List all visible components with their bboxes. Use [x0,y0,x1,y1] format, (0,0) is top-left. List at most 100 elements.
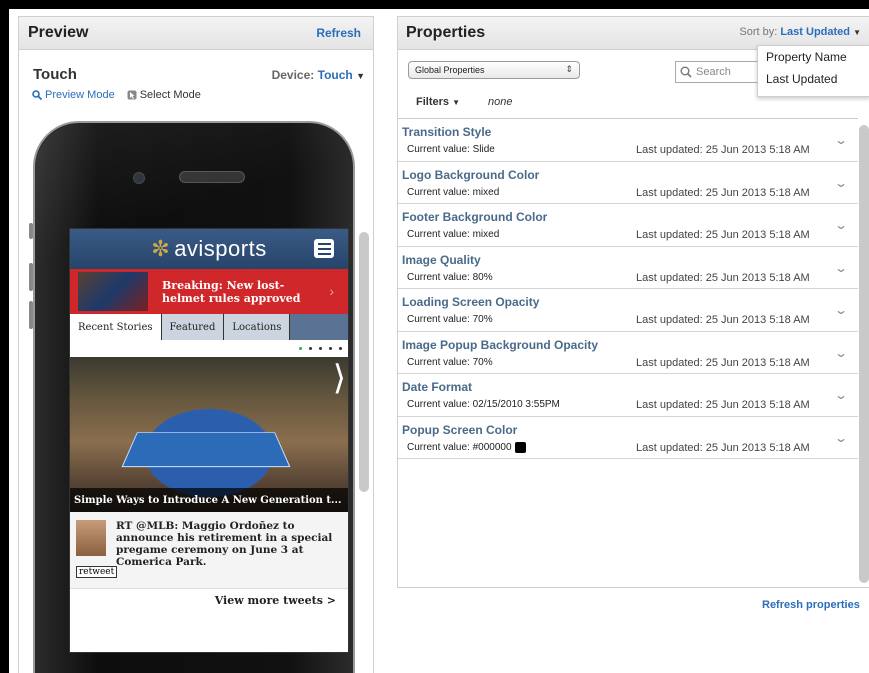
chevron-down-icon[interactable]: ⌄ [834,218,848,232]
chevron-down-icon[interactable]: ⌄ [834,303,848,317]
select-mode-button[interactable]: Select Mode [127,89,201,101]
preview-title: Preview [28,24,89,41]
carousel-dot[interactable] [339,347,342,350]
property-last-updated: Last updated: 25 Jun 2013 5:18 AM [636,399,810,411]
scope-select[interactable]: Global Properties ⇕ [408,61,580,79]
filters-dropdown[interactable]: Filters ▼ [416,96,460,108]
property-name: Popup Screen Color [402,422,518,437]
preview-mode-button[interactable]: Preview Mode [32,89,115,101]
refresh-button[interactable]: Refresh [316,26,361,40]
view-more-tweets-link[interactable]: View more tweets > [70,589,348,611]
sort-dropdown[interactable]: Sort by: Last Updated ▼ [739,26,861,38]
menu-icon[interactable] [314,239,334,258]
device-value: Touch [317,67,353,82]
refresh-properties-link[interactable]: Refresh properties [762,599,860,611]
hero-image[interactable]: ⟩ Simple Ways to Introduce A New Generat… [70,357,348,512]
property-last-updated: Last updated: 25 Jun 2013 5:18 AM [636,314,810,326]
device-label: Device: [271,67,315,82]
chevron-down-icon[interactable]: ⌄ [834,388,848,402]
tab-recent-stories[interactable]: Recent Stories [70,314,162,340]
property-value: Current value: mixed [407,229,499,240]
properties-title: Properties [406,24,486,41]
avatar [76,520,106,556]
carousel-dot[interactable] [299,347,302,350]
sort-menu: Property Name Last Updated [757,45,869,97]
device-selector[interactable]: Device: Touch ▼ [272,68,365,82]
property-name: Loading Screen Opacity [402,295,540,309]
select-mode-label: Select Mode [139,89,201,101]
property-name: Transition Style [402,125,492,139]
property-last-updated: Last updated: 25 Jun 2013 5:18 AM [636,356,810,369]
filters-label: Filters [416,96,450,108]
property-name: Logo Background Color [402,167,540,182]
property-row[interactable]: Image Popup Background Opacity Current va… [398,332,858,374]
chevron-down-icon[interactable]: ⌄ [834,176,848,190]
scope-select-value: Global Properties [415,65,485,75]
device-title: Touch [33,66,77,83]
properties-panel: Properties Sort by: Last Updated ▼ Globa… [397,16,869,588]
preview-panel: Preview Refresh Touch Device: Touch ▼ Pr… [18,16,374,673]
property-name: Image Quality [402,252,481,267]
breaking-news-banner[interactable]: Breaking: New lost-helmet rules approved… [70,269,348,314]
property-value: Current value: 70% [407,357,493,368]
chevron-down-icon[interactable]: ⌄ [834,431,848,445]
breaking-news-image [78,272,148,311]
property-row[interactable]: Loading Screen Opacity Current value: 70%… [398,289,858,332]
property-value-text: Current value: 70% [407,314,493,325]
logo-icon: ✼ [151,236,171,261]
carousel-dots [70,340,348,357]
property-row[interactable]: Image Quality Current value: 80% Last upda… [398,247,858,289]
select-arrows-icon: ⇕ [565,64,573,74]
site-tabs: Recent Stories Featured Locations [70,314,348,340]
carousel-dot[interactable] [319,347,322,350]
filters-value: none [488,96,513,108]
sort-option-last-updated[interactable]: Last Updated [758,68,869,90]
property-last-updated: Last updated: 25 Jun 2013 5:18 AM [636,144,810,156]
phone-screen: ✼ avisports Breaking: New lost-helmet rul… [69,228,349,653]
carousel-dot[interactable] [329,347,332,350]
chevron-right-icon: › [329,283,334,299]
chevron-right-icon[interactable]: ⟩ [333,361,346,395]
property-row[interactable]: Transition Style Current value: Slide Last… [398,119,858,162]
property-name: Image Popup Background Opacity [402,337,599,352]
property-row[interactable]: Date Format Current value: 02/15/2010 3:5… [398,374,858,417]
hero-caption: Simple Ways to Introduce A New Generatio… [70,488,348,512]
tab-locations[interactable]: Locations [224,314,291,340]
color-swatch [514,441,526,453]
preview-mode-label: Preview Mode [45,89,115,101]
property-row[interactable]: Popup Screen Color Current value: #000000… [398,417,858,459]
site-logo[interactable]: ✼ avisports [151,236,266,262]
properties-scrollbar[interactable] [859,125,869,583]
tab-featured[interactable]: Featured [161,314,225,340]
device-row: Touch Device: Touch ▼ [19,66,373,83]
tweet-card: retweet RT @MLB: Maggio Ordoñez to annou… [70,512,348,589]
property-value-text: Current value: 80% [407,271,493,283]
retweet-button[interactable]: retweet [76,566,118,578]
search-placeholder: Search [696,66,731,78]
chevron-down-icon[interactable]: ⌄ [834,133,848,147]
chevron-down-icon[interactable]: ⌄ [834,346,848,360]
phone-camera [133,172,145,184]
cursor-icon [127,90,137,100]
tweet-text: RT @MLB: Maggio Ordoñez to announce his … [116,520,333,568]
property-value: Current value: 80% [407,272,493,283]
property-last-updated: Last updated: 25 Jun 2013 5:18 AM [636,441,810,454]
property-value: Current value: mixed [407,187,499,198]
breaking-news-text: Breaking: New lost-helmet rules approved [162,278,301,305]
property-value-text: Current value: mixed [407,186,500,198]
window-frame-left [0,0,9,673]
carousel-dot[interactable] [309,347,312,350]
property-list: Transition Style Current value: Slide Last… [398,118,858,459]
chevron-down-icon: ▼ [853,28,861,37]
sort-option-property-name[interactable]: Property Name [758,46,869,68]
property-name: Date Format [402,380,473,394]
property-value: Current value: 02/15/2010 3:55PM [407,399,560,410]
sort-label: Sort by: [739,26,778,38]
property-row[interactable]: Logo Background Color Current value: mixe… [398,162,858,204]
property-value-text: Current value: mixed [407,229,500,240]
chevron-down-icon[interactable]: ⌄ [834,261,848,275]
preview-scrollbar[interactable] [359,232,369,492]
property-value-text: Current value: #000000 [407,441,512,453]
tennis-court [121,432,291,468]
property-row[interactable]: Footer Background Color Current value: mi… [398,204,858,247]
